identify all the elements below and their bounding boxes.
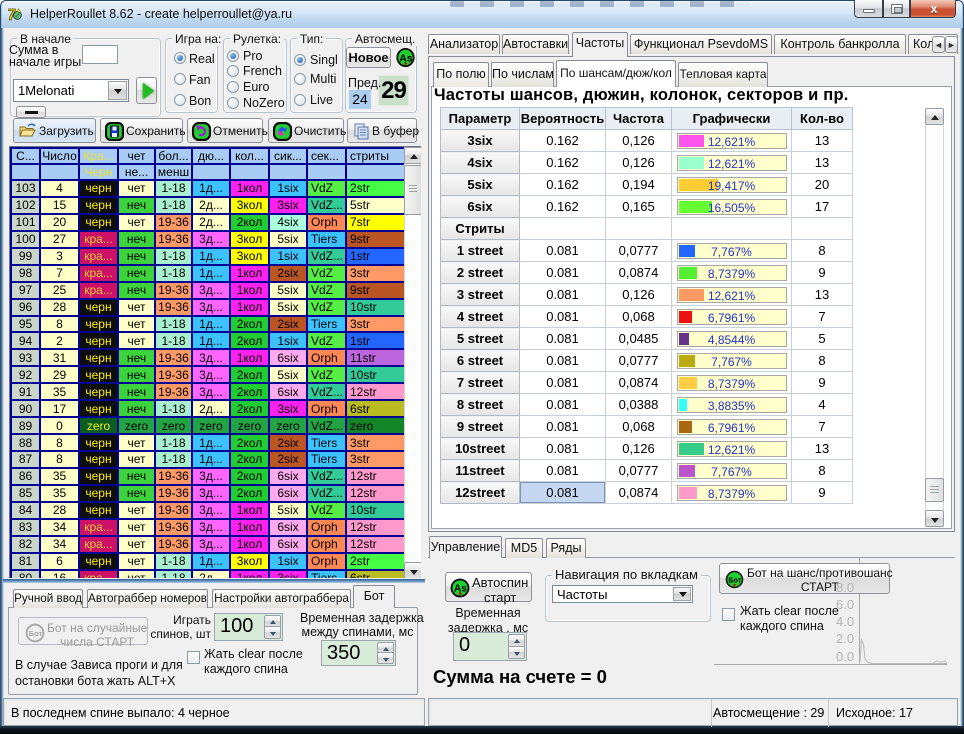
svg-text:Бот: Бот [728,575,741,584]
svg-text:Бот: Бот [29,629,43,638]
svg-text:As: As [399,52,413,64]
